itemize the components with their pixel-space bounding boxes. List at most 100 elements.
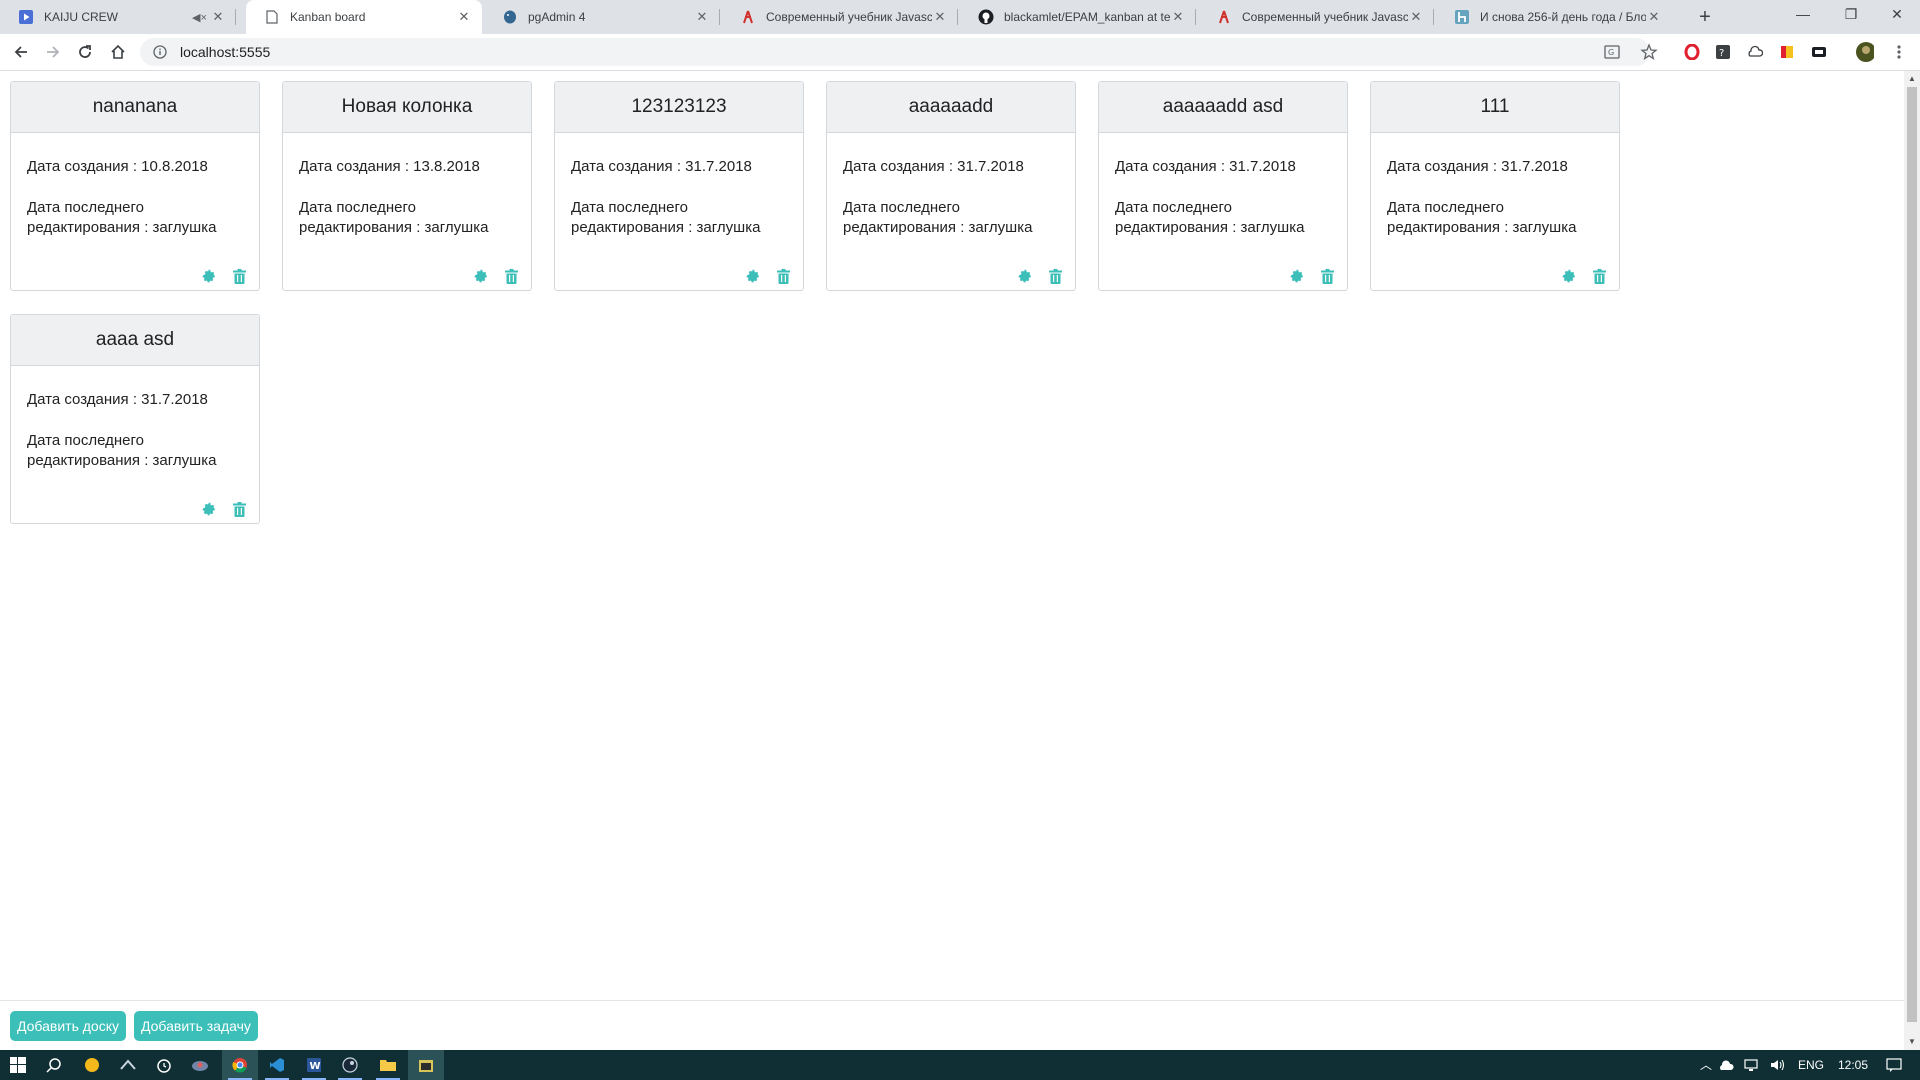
scroll-up-arrow-icon[interactable]: ▲ xyxy=(1904,71,1920,87)
trash-icon[interactable] xyxy=(1591,268,1607,284)
board-created-date: Дата создания : 31.7.2018 xyxy=(571,158,752,175)
board-title[interactable]: Новая колонка xyxy=(283,82,531,133)
coin-app-icon[interactable] xyxy=(74,1050,110,1080)
close-tab-icon[interactable]: ✕ xyxy=(1408,9,1424,25)
board-card: 123123123 Дата создания : 31.7.2018 Дата… xyxy=(554,81,804,291)
close-tab-icon[interactable]: ✕ xyxy=(456,9,472,25)
trash-icon[interactable] xyxy=(503,268,519,284)
svg-text:W: W xyxy=(310,1061,321,1072)
speaker-muted-icon[interactable]: ◀× xyxy=(192,11,210,24)
gear-icon[interactable] xyxy=(1289,268,1305,284)
close-tab-icon[interactable]: ✕ xyxy=(1170,9,1186,25)
browser-tab-active[interactable]: Kanban board ✕ xyxy=(246,0,482,34)
gear-icon[interactable] xyxy=(745,268,761,284)
forward-button[interactable] xyxy=(41,40,65,64)
translate-icon[interactable]: G xyxy=(1600,40,1624,64)
cloud-extension-icon[interactable] xyxy=(1746,43,1764,61)
close-tab-icon[interactable]: ✕ xyxy=(932,9,948,25)
add-task-button[interactable]: Добавить задачу xyxy=(134,1011,258,1041)
browser-tab[interactable]: Современный учебник Javascript ✕ xyxy=(722,0,958,34)
network-icon[interactable] xyxy=(1740,1050,1764,1080)
board-title[interactable]: aaaa asd xyxy=(11,315,259,366)
word-icon[interactable]: W xyxy=(296,1050,332,1080)
page-scrollbar[interactable]: ▲ ▼ xyxy=(1904,71,1920,1050)
volume-icon[interactable] xyxy=(1766,1050,1790,1080)
close-tab-icon[interactable]: ✕ xyxy=(1646,9,1662,25)
add-board-button[interactable]: Добавить доску xyxy=(10,1011,126,1041)
play-icon xyxy=(18,9,34,25)
search-icon[interactable] xyxy=(36,1050,72,1080)
board-title[interactable]: aaaaaadd xyxy=(827,82,1075,133)
file-explorer-icon[interactable] xyxy=(370,1050,406,1080)
tab-title: KAIJU CREW xyxy=(44,10,119,24)
browser-tab[interactable]: pgAdmin 4 ✕ xyxy=(484,0,720,34)
vscode-icon[interactable] xyxy=(259,1050,295,1080)
trash-icon[interactable] xyxy=(775,268,791,284)
steam-like-icon[interactable] xyxy=(110,1050,146,1080)
notifications-icon[interactable] xyxy=(1876,1050,1912,1080)
address-bar[interactable]: localhost:5555 xyxy=(140,38,1650,66)
scroll-down-arrow-icon[interactable]: ▼ xyxy=(1904,1034,1920,1050)
tab-title: blackamlet/EPAM_kanban at test xyxy=(1004,10,1170,24)
trash-icon[interactable] xyxy=(231,501,247,517)
media-extension-icon[interactable] xyxy=(1810,43,1828,61)
tab-title: pgAdmin 4 xyxy=(528,10,586,24)
language-indicator[interactable]: ENG xyxy=(1798,1050,1824,1080)
trash-icon[interactable] xyxy=(1319,268,1335,284)
trash-icon[interactable] xyxy=(231,268,247,284)
browser-tab-strip: KAIJU CREW ◀× ✕ Kanban board ✕ pgAdmin 4… xyxy=(0,0,1920,34)
board-card: nananana Дата создания : 10.8.2018 Дата … xyxy=(10,81,260,291)
app-icon[interactable] xyxy=(408,1050,444,1080)
back-arrow-icon xyxy=(14,46,27,58)
browser-tab[interactable]: blackamlet/EPAM_kanban at test ✕ xyxy=(960,0,1196,34)
alarm-clock-icon[interactable] xyxy=(146,1050,182,1080)
board-title[interactable]: aaaaaadd asd xyxy=(1099,82,1347,133)
clock[interactable]: 12:05 xyxy=(1838,1050,1868,1080)
info-icon[interactable] xyxy=(152,44,168,60)
page-footer: Добавить доску Добавить задачу xyxy=(0,1000,1904,1051)
close-window-button[interactable]: ✕ xyxy=(1874,0,1920,30)
menu-kebab-icon[interactable] xyxy=(1890,43,1908,61)
tab-title: Современный учебник Javascript xyxy=(766,10,932,24)
close-tab-icon[interactable]: ✕ xyxy=(210,9,226,25)
new-tab-button[interactable]: + xyxy=(1694,6,1716,28)
board-card: aaaaaadd asd Дата создания : 31.7.2018 Д… xyxy=(1098,81,1348,291)
avatar[interactable] xyxy=(1856,42,1874,62)
gear-icon[interactable] xyxy=(1561,268,1577,284)
opera-extension-icon[interactable] xyxy=(1683,43,1701,61)
url-text: localhost:5555 xyxy=(180,44,271,60)
browser-tab[interactable]: KAIJU CREW ◀× ✕ xyxy=(0,0,236,34)
gear-icon[interactable] xyxy=(201,268,217,284)
reload-button[interactable] xyxy=(73,40,97,64)
svg-text:?: ? xyxy=(1719,48,1724,59)
browser-tab[interactable]: И снова 256-й день года / Блог ✕ xyxy=(1436,0,1672,34)
board-card: aaaaaadd Дата создания : 31.7.2018 Дата … xyxy=(826,81,1076,291)
home-button[interactable] xyxy=(106,40,130,64)
flag-extension-icon[interactable] xyxy=(1778,43,1796,61)
board-title[interactable]: 123123123 xyxy=(555,82,803,133)
habr-icon xyxy=(1454,9,1470,25)
scrollbar-thumb[interactable] xyxy=(1907,87,1917,1022)
gear-icon[interactable] xyxy=(473,268,489,284)
browser-tab[interactable]: Современный учебник Javascript ✕ xyxy=(1198,0,1434,34)
tab-separator xyxy=(1195,9,1196,25)
steam-icon[interactable] xyxy=(332,1050,368,1080)
board-title[interactable]: 111 xyxy=(1371,82,1619,133)
windows-start-icon[interactable] xyxy=(0,1050,36,1080)
board-card: 111 Дата создания : 31.7.2018 Дата после… xyxy=(1370,81,1620,291)
game-launcher-icon[interactable] xyxy=(182,1050,218,1080)
back-button[interactable] xyxy=(9,40,33,64)
trash-icon[interactable] xyxy=(1047,268,1063,284)
tray-chevron-icon[interactable]: ︿ xyxy=(1700,1050,1712,1080)
close-tab-icon[interactable]: ✕ xyxy=(694,9,710,25)
bookmark-star-icon[interactable] xyxy=(1637,40,1661,64)
chrome-icon[interactable] xyxy=(222,1050,258,1080)
shield-extension-icon[interactable]: ? xyxy=(1714,43,1732,61)
onedrive-cloud-icon[interactable] xyxy=(1714,1050,1738,1080)
board-title[interactable]: nananana xyxy=(11,82,259,133)
gear-icon[interactable] xyxy=(201,501,217,517)
minimize-button[interactable]: — xyxy=(1780,0,1826,30)
restore-button[interactable]: ❐ xyxy=(1828,0,1874,30)
board-card: Новая колонка Дата создания : 13.8.2018 … xyxy=(282,81,532,291)
gear-icon[interactable] xyxy=(1017,268,1033,284)
